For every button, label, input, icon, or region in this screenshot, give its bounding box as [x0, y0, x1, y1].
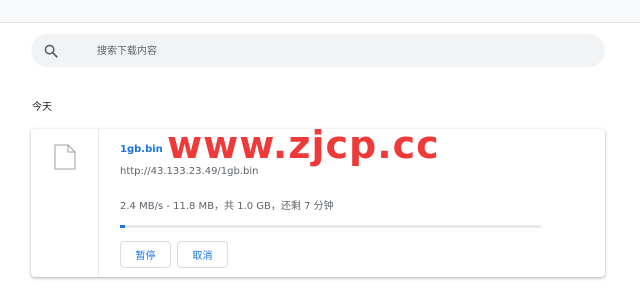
search-input[interactable]: [97, 42, 577, 60]
search-bar[interactable]: [31, 34, 605, 67]
progress-fill: [120, 225, 125, 228]
search-icon: [44, 44, 58, 58]
pause-button[interactable]: 暂停: [120, 241, 171, 268]
cancel-button[interactable]: 取消: [177, 241, 228, 268]
date-header: 今天: [32, 102, 52, 113]
file-name-link[interactable]: 1gb.bin: [120, 144, 163, 155]
top-bar: [0, 0, 640, 23]
file-icon: [54, 144, 76, 170]
file-url: http://43.133.23.49/1gb.bin: [120, 166, 259, 177]
watermark-text: www.zjcp.cc: [167, 123, 440, 167]
progress-bar: [120, 225, 541, 228]
download-status: 2.4 MB/s - 11.8 MB，共 1.0 GB，还剩 7 分钟: [120, 201, 334, 212]
card-divider: [98, 129, 99, 277]
